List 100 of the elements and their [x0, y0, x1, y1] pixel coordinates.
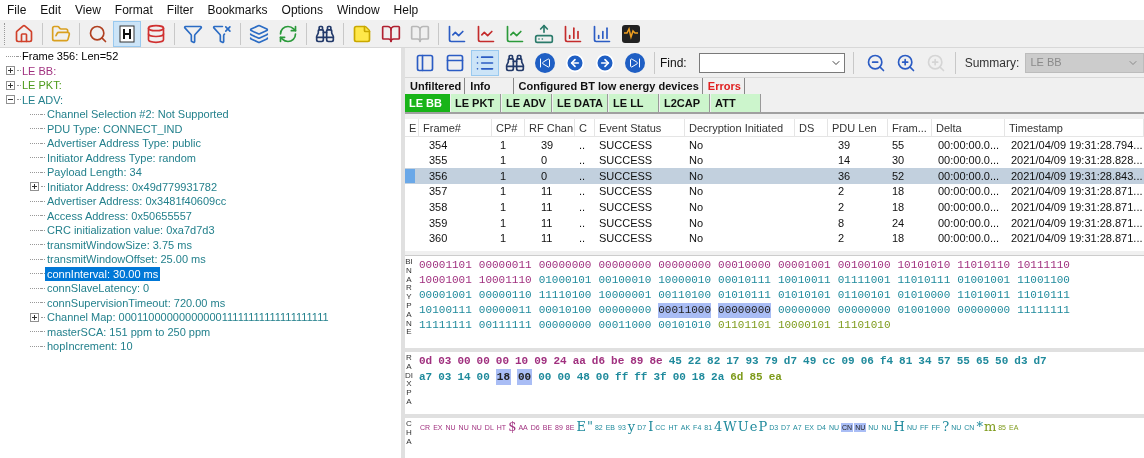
- binary-byte: 01000101: [538, 273, 592, 288]
- table-cell-text: 00:00:00.0...: [938, 153, 1000, 169]
- protocol-tab[interactable]: ATT: [711, 94, 762, 112]
- table-cell-text: SUCCESS: [599, 215, 653, 231]
- hex-byte: 00: [595, 370, 610, 385]
- binary-byte: 11111111: [1017, 303, 1070, 318]
- menu-item[interactable]: Format: [107, 0, 160, 20]
- table-row[interactable]: 360 1 11 .. SUCCESS No 2 18 00:00:00.0... 2021/04/09 19:31:28.871...: [405, 230, 1144, 247]
- hex-byte: 10: [515, 354, 529, 369]
- table-row[interactable]: 355 1 0 .. SUCCESS No 14 30 00:00:00.0... 2021/04/09 19:31:28.828...: [405, 152, 1144, 169]
- tree-item[interactable]: Advertiser Address Type: public: [45, 136, 203, 151]
- column-header[interactable]: Event Status: [595, 119, 685, 136]
- table-row[interactable]: 358 1 11 .. SUCCESS No 2 18 00:00:00.0... 2021/04/09 19:31:28.871...: [405, 199, 1144, 215]
- tree-item[interactable]: connSupervisionTimeout: 720.00 ms: [45, 295, 228, 310]
- char: ?: [942, 420, 950, 434]
- table-row[interactable]: 354 1 39 .. SUCCESS No 39 55 00:00:00.0... 2021/04/09 19:31:28.794...: [405, 137, 1144, 153]
- tree-item[interactable]: PDU Type: CONNECT_IND: [45, 121, 185, 136]
- column-header[interactable]: Frame#: [419, 119, 492, 136]
- tree-item[interactable]: masterSCA: 151 ppm to 250 ppm: [45, 324, 213, 339]
- tree-item[interactable]: transmitWindowOffset: 25.00 ms: [45, 252, 208, 267]
- tree-item[interactable]: CRC initialization value: 0xa7d7d3: [45, 223, 217, 238]
- hex-byte: 34: [918, 354, 932, 369]
- hex-byte: d6: [591, 354, 606, 369]
- expand-icon[interactable]: [6, 80, 15, 90]
- table-row[interactable]: 356 1 0 .. SUCCESS No 36 52 00:00:00.0... 2021/04/09 19:31:28.843...: [405, 168, 1144, 184]
- tree-item[interactable]: connSlaveLatency: 0: [45, 281, 152, 296]
- table-cell-text: 55: [892, 137, 905, 153]
- menu-item[interactable]: Window: [329, 0, 387, 20]
- protocol-tab[interactable]: LE ADV: [502, 94, 552, 112]
- tree-item[interactable]: Frame 356: Len=52: [21, 49, 120, 64]
- binoculars-icon: [315, 23, 335, 44]
- tree-item[interactable]: hopIncrement: 10: [45, 339, 135, 354]
- tree-item[interactable]: transmitWindowSize: 3.75 ms: [45, 237, 194, 252]
- binary-byte: 10000001: [598, 288, 652, 303]
- bar-chart-icon: [592, 23, 612, 44]
- table-cell-text: SUCCESS: [599, 199, 653, 215]
- column-header[interactable]: E: [405, 119, 419, 136]
- hex-byte: 03: [438, 354, 452, 369]
- table-row[interactable]: 357 1 11 .. SUCCESS No 2 18 00:00:00.0... 2021/04/09 19:31:28.871...: [405, 183, 1144, 200]
- tree-item[interactable]: LE PKT:: [21, 78, 63, 93]
- expand-icon[interactable]: [30, 312, 39, 322]
- book-icon: [410, 23, 430, 44]
- binary-byte: 11010110: [957, 258, 1011, 273]
- table-cell-text: SUCCESS: [599, 137, 653, 153]
- table-cell-text: No: [689, 215, 704, 231]
- menu-item[interactable]: File: [0, 0, 34, 20]
- collapse-icon[interactable]: [6, 95, 15, 105]
- binary-byte: 01101101: [718, 318, 771, 333]
- hex-byte: ff: [615, 370, 629, 385]
- tree-item[interactable]: Advertiser Address: 0x3481f40609cc: [45, 194, 229, 209]
- cylinders-icon: [146, 23, 166, 44]
- menu-item[interactable]: Edit: [33, 0, 69, 20]
- hex-byte: 3f: [653, 370, 667, 385]
- pane-label: BINARY PANE: [405, 256, 413, 339]
- column-header[interactable]: DS: [795, 119, 828, 136]
- protocol-tab[interactable]: LE PKT: [451, 94, 501, 112]
- table-cell-text: 18: [892, 231, 905, 247]
- table-cell-text: 2021/04/09 19:31:28.871...: [1011, 199, 1143, 215]
- tree-item[interactable]: LE BB:: [21, 63, 58, 78]
- tree-item[interactable]: Channel Selection #2: Not Supported: [45, 107, 231, 122]
- expand-icon[interactable]: [6, 66, 15, 76]
- tree-item[interactable]: Initiator Address: 0x49d779931782: [45, 179, 220, 194]
- menu-item[interactable]: Filter: [159, 0, 201, 20]
- table-cell-text: No: [689, 168, 704, 184]
- protocol-tab[interactable]: LE LL: [609, 94, 660, 112]
- table-cell-text: 2021/04/09 19:31:28.871...: [1011, 184, 1143, 200]
- table-row[interactable]: 359 1 11 .. SUCCESS No 8 24 00:00:00.0... 2021/04/09 19:31:28.871...: [405, 214, 1144, 231]
- tree-item[interactable]: Payload Length: 34: [45, 165, 144, 180]
- toolbar-button[interactable]: [113, 20, 141, 47]
- protocol-tab[interactable]: L2CAP: [660, 94, 711, 112]
- table-cell-text: 14: [838, 153, 851, 169]
- table-cell-text: 354: [429, 137, 448, 153]
- tree-item[interactable]: Access Address: 0x50655557: [45, 208, 194, 223]
- tree-item[interactable]: Channel Map: 0001100000000000011111111111111111111: [45, 310, 331, 325]
- hex-byte: d7: [783, 354, 798, 369]
- menu-item[interactable]: Bookmarks: [200, 0, 275, 20]
- column-header[interactable]: Timestamp: [1005, 119, 1144, 136]
- column-header[interactable]: CP#: [492, 119, 525, 136]
- find-field[interactable]: [698, 52, 845, 73]
- binary-byte: 00000000: [538, 318, 592, 333]
- protocol-tab[interactable]: LE DATA: [553, 94, 609, 112]
- column-header[interactable]: PDU Len: [828, 119, 888, 136]
- column-header[interactable]: RF Chan: [525, 119, 575, 136]
- tree-item[interactable]: connInterval: 30.00 ms: [45, 266, 161, 281]
- expand-icon[interactable]: [30, 182, 39, 192]
- column-header[interactable]: C: [575, 119, 595, 136]
- table-cell-text: 00:00:00.0...: [938, 231, 1000, 247]
- column-header[interactable]: Fram...: [888, 119, 932, 136]
- menu-item[interactable]: Options: [274, 0, 330, 20]
- hex-byte: 6d: [730, 370, 744, 385]
- summary-label: Summary:: [964, 54, 1020, 72]
- column-header[interactable]: Delta: [932, 119, 1005, 136]
- tree-item[interactable]: LE ADV:: [21, 92, 65, 107]
- pane-label: CHA: [405, 418, 413, 448]
- column-header[interactable]: Decryption Initiated: [685, 119, 795, 136]
- menu-item[interactable]: View: [68, 0, 108, 20]
- tree-item[interactable]: Initiator Address Type: random: [45, 150, 198, 165]
- binary-byte: 00001101: [419, 258, 472, 273]
- menu-item[interactable]: Help: [386, 0, 426, 20]
- table-cell-text: 18: [892, 184, 905, 200]
